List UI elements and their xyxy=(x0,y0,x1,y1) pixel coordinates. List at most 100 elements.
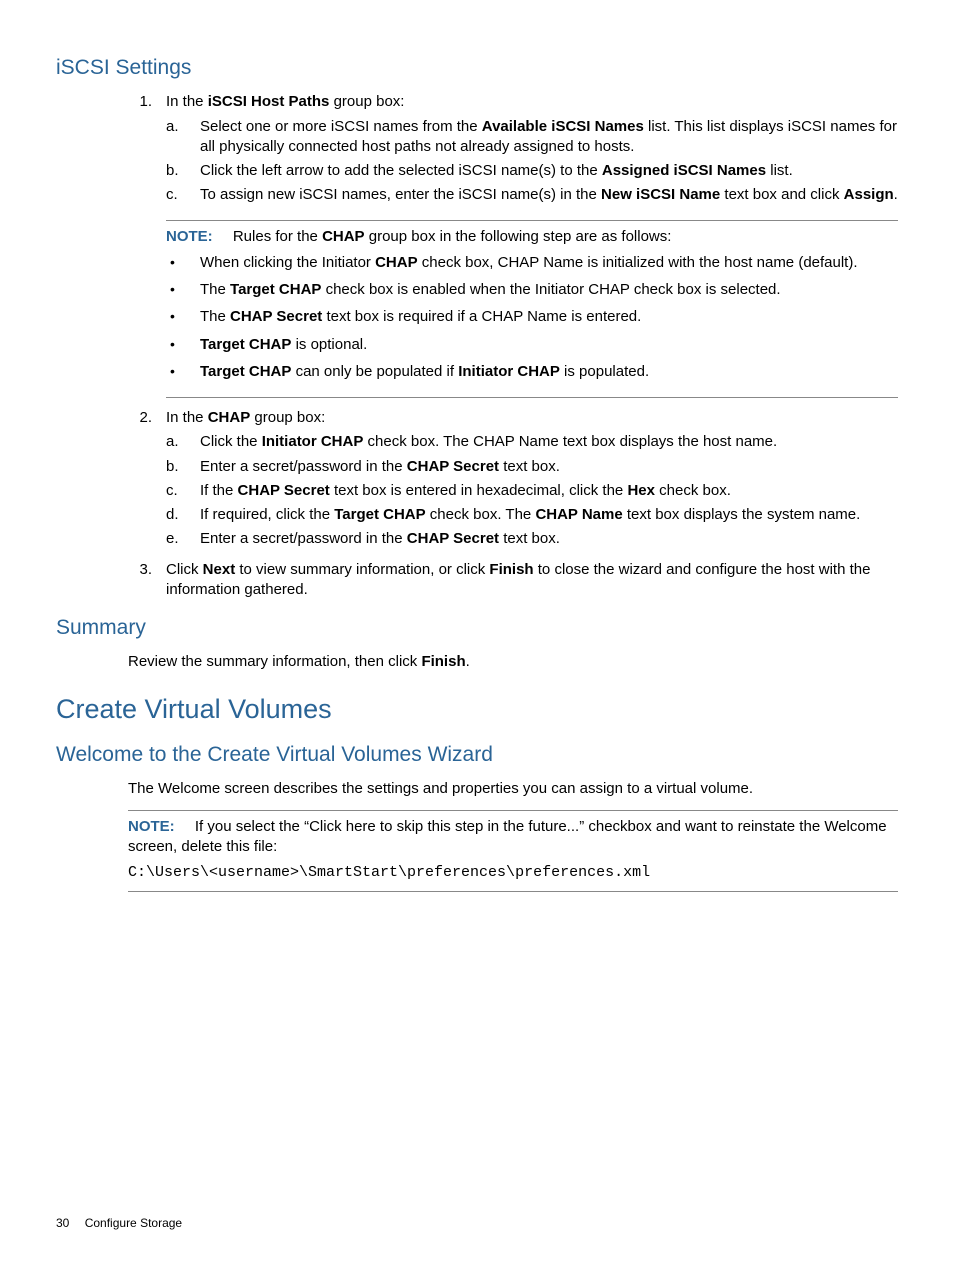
text: group box: xyxy=(250,409,325,426)
text-bold: New iSCSI Name xyxy=(601,186,720,203)
list-item: e.Enter a secret/password in the CHAP Se… xyxy=(166,529,898,549)
text: The xyxy=(200,308,230,325)
text: Review the summary information, then cli… xyxy=(128,653,421,670)
text: text box is required if a CHAP Name is e… xyxy=(322,308,641,325)
text-bold: Target CHAP xyxy=(200,336,291,353)
list-item: •The Target CHAP check box is enabled wh… xyxy=(166,280,898,300)
text: check box is enabled when the Initiator … xyxy=(321,281,780,298)
list-item: c.To assign new iSCSI names, enter the i… xyxy=(166,185,898,205)
text-bold: Hex xyxy=(627,482,655,499)
list-item: a.Click the Initiator CHAP check box. Th… xyxy=(166,432,898,452)
text: To assign new iSCSI names, enter the iSC… xyxy=(200,186,601,203)
list-marker: a. xyxy=(166,117,200,158)
heading-iscsi-settings: iSCSI Settings xyxy=(56,54,898,82)
list-marker: 1. xyxy=(128,92,166,209)
text: When clicking the Initiator xyxy=(200,254,375,271)
heading-summary: Summary xyxy=(56,614,898,642)
list-item: 1. In the iSCSI Host Paths group box: a.… xyxy=(128,92,898,209)
list-marker: 3. xyxy=(128,560,166,601)
list-item: d.If required, click the Target CHAP che… xyxy=(166,505,898,525)
text: text box displays the system name. xyxy=(623,506,861,523)
text: The xyxy=(200,281,230,298)
text-bold: Initiator CHAP xyxy=(262,433,364,450)
text: Enter a secret/password in the xyxy=(200,458,407,475)
text-bold: iSCSI Host Paths xyxy=(208,93,330,110)
text-bold: Assigned iSCSI Names xyxy=(602,162,766,179)
text: Enter a secret/password in the xyxy=(200,530,407,547)
bullet-icon: • xyxy=(166,335,200,355)
text-bold: CHAP Secret xyxy=(230,308,322,325)
list-item: •When clicking the Initiator CHAP check … xyxy=(166,253,898,273)
text: . xyxy=(466,653,470,670)
text-bold: Target CHAP xyxy=(200,363,291,380)
text-bold: CHAP xyxy=(375,254,418,271)
list-marker: e. xyxy=(166,529,200,549)
text: check box. The xyxy=(426,506,536,523)
list-item: •The CHAP Secret text box is required if… xyxy=(166,307,898,327)
text: Rules for the xyxy=(233,228,322,245)
ordered-list-sub: a.Select one or more iSCSI names from th… xyxy=(166,117,898,206)
text: . xyxy=(894,186,898,203)
heading-welcome-wizard: Welcome to the Create Virtual Volumes Wi… xyxy=(56,741,898,769)
ordered-list-main: 1. In the iSCSI Host Paths group box: a.… xyxy=(128,92,898,209)
bullet-list: •When clicking the Initiator CHAP check … xyxy=(166,253,898,382)
list-item: b.Click the left arrow to add the select… xyxy=(166,161,898,181)
text-bold: CHAP Name xyxy=(535,506,622,523)
note-box: NOTE: Rules for the CHAP group box in th… xyxy=(166,220,898,399)
welcome-paragraph: The Welcome screen describes the setting… xyxy=(128,779,898,799)
page-number: 30 xyxy=(56,1216,69,1230)
text: If the xyxy=(200,482,238,499)
text: check box. The CHAP Name text box displa… xyxy=(363,433,777,450)
bullet-icon: • xyxy=(166,362,200,382)
bullet-icon: • xyxy=(166,307,200,327)
text: text box is entered in hexadecimal, clic… xyxy=(330,482,628,499)
text: In the xyxy=(166,93,208,110)
text: If you select the “Click here to skip th… xyxy=(128,818,887,855)
text-bold: CHAP xyxy=(322,228,365,245)
text: can only be populated if xyxy=(291,363,458,380)
text-bold: Initiator CHAP xyxy=(458,363,560,380)
text-bold: CHAP xyxy=(208,409,251,426)
iscsi-body: 1. In the iSCSI Host Paths group box: a.… xyxy=(128,92,898,600)
text-bold: CHAP Secret xyxy=(407,530,499,547)
text: check box, CHAP Name is initialized with… xyxy=(418,254,858,271)
text: Click the left arrow to add the selected… xyxy=(200,162,602,179)
text-bold: CHAP Secret xyxy=(407,458,499,475)
text-bold: Target CHAP xyxy=(334,506,425,523)
note-box: NOTE: If you select the “Click here to s… xyxy=(128,810,898,893)
text-bold: Finish xyxy=(421,653,465,670)
summary-paragraph: Review the summary information, then cli… xyxy=(128,652,898,672)
list-marker: b. xyxy=(166,161,200,181)
text: In the xyxy=(166,409,208,426)
heading-create-virtual-volumes: Create Virtual Volumes xyxy=(56,691,898,727)
text: check box. xyxy=(655,482,731,499)
text: If required, click the xyxy=(200,506,334,523)
text-bold: Target CHAP xyxy=(230,281,321,298)
text: is populated. xyxy=(560,363,649,380)
ordered-list-sub: a.Click the Initiator CHAP check box. Th… xyxy=(166,432,898,549)
list-item: b.Enter a secret/password in the CHAP Se… xyxy=(166,457,898,477)
list-marker: d. xyxy=(166,505,200,525)
code-path: C:\Users\<username>\SmartStart\preferenc… xyxy=(128,863,898,883)
text: Click the xyxy=(200,433,262,450)
ordered-list-main-cont: 2. In the CHAP group box: a.Click the In… xyxy=(128,408,898,600)
list-item: •Target CHAP is optional. xyxy=(166,335,898,355)
bullet-icon: • xyxy=(166,253,200,273)
text-bold: CHAP Secret xyxy=(238,482,330,499)
text: to view summary information, or click xyxy=(235,561,489,578)
text: group box in the following step are as f… xyxy=(365,228,672,245)
list-item: 2. In the CHAP group box: a.Click the In… xyxy=(128,408,898,554)
page-footer: 30 Configure Storage xyxy=(56,1215,182,1231)
text: text box. xyxy=(499,530,560,547)
text-bold: Next xyxy=(203,561,236,578)
text: text box. xyxy=(499,458,560,475)
text: text box and click xyxy=(720,186,843,203)
footer-title: Configure Storage xyxy=(85,1216,182,1230)
list-marker: c. xyxy=(166,185,200,205)
text: list. xyxy=(766,162,793,179)
list-item: 3. Click Next to view summary informatio… xyxy=(128,560,898,601)
text-bold: Available iSCSI Names xyxy=(482,118,644,135)
note-label: NOTE: xyxy=(128,818,175,835)
text: is optional. xyxy=(291,336,367,353)
note-label: NOTE: xyxy=(166,228,213,245)
